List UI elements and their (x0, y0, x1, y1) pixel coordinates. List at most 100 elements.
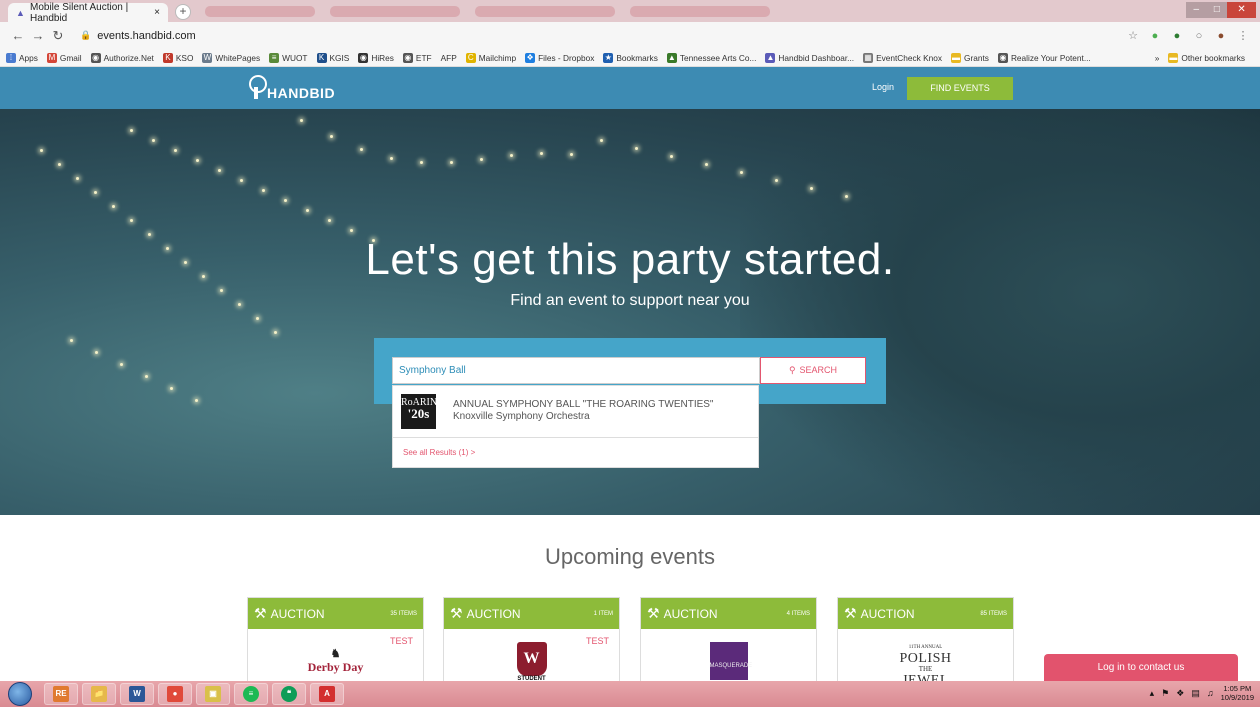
bookmark-item[interactable]: ◉ HiRes (358, 52, 394, 63)
light-bulb (256, 317, 259, 320)
gavel-icon: ⚒ (844, 605, 857, 621)
light-bulb (328, 219, 331, 222)
profile-avatar-icon[interactable]: ● (1212, 30, 1230, 42)
light-bulb (330, 134, 333, 138)
spotify-icon: ≡ (243, 686, 259, 702)
dropbox-tray-icon[interactable]: ❖ (1176, 688, 1184, 699)
bookmark-item[interactable]: ◉ ETF (402, 52, 432, 63)
light-bulb (94, 191, 97, 194)
login-to-contact-button[interactable]: Log in to contact us (1044, 654, 1238, 681)
extension-icon[interactable]: ● (1146, 30, 1164, 42)
taskbar-app-chrome[interactable]: ● (158, 683, 192, 705)
light-bulb (510, 153, 513, 157)
event-card[interactable]: ⚒ AUCTION 4 ITEMS MASQUERADE (640, 597, 817, 687)
browser-tab[interactable] (630, 6, 770, 17)
lock-icon: 🔒 (80, 30, 92, 40)
tn-arts-icon: ▲ (666, 52, 677, 63)
taskbar-app-acrobat[interactable]: A (310, 683, 344, 705)
bookmark-item[interactable]: ▲ Handbid Dashboar... (765, 52, 854, 63)
light-bulb (450, 160, 453, 164)
menu-kebab-icon[interactable]: ⋮ (1234, 29, 1252, 42)
handbid-favicon-icon: ▲ (16, 7, 25, 18)
light-bulb (196, 159, 199, 162)
hires-icon: ◉ (358, 52, 369, 63)
extension-icon[interactable]: ○ (1190, 30, 1208, 42)
bookmark-item[interactable]: ≡ WUOT (269, 52, 308, 63)
taskbar-app-hangouts[interactable]: ❝ (272, 683, 306, 705)
browser-tab[interactable] (205, 6, 315, 17)
search-results-dropdown: RoARING '20s ANNUAL SYMPHONY BALL "THE R… (392, 385, 759, 468)
light-bulb (58, 163, 61, 166)
forward-arrow-icon[interactable]: → (28, 28, 48, 43)
bookmark-item[interactable]: ❖ Files - Dropbox (525, 52, 594, 63)
maximize-icon[interactable]: □ (1206, 2, 1228, 18)
bookmark-item[interactable]: C Mailchimp (465, 52, 516, 63)
close-window-icon[interactable]: ✕ (1227, 2, 1257, 18)
light-bulb (262, 189, 265, 192)
extension-icon[interactable]: ● (1168, 30, 1186, 42)
event-card[interactable]: ⚒ AUCTION 85 ITEMS 11TH ANNUAL POLISH TH… (837, 597, 1014, 688)
bookmark-item[interactable]: AFP (441, 53, 457, 63)
card-header: ⚒ AUCTION 1 ITEM (444, 598, 619, 629)
minimize-icon[interactable]: – (1186, 2, 1207, 18)
bookmark-item[interactable]: ⁞ Apps (6, 52, 38, 63)
light-bulb (540, 151, 543, 155)
system-clock[interactable]: 1:05 PM 10/9/2019 (1221, 684, 1254, 702)
taskbar-app-re[interactable]: RE (44, 683, 78, 705)
event-card[interactable]: ⚒ AUCTION 35 ITEMS TEST ♞ Derby Day (247, 597, 424, 687)
login-link[interactable]: Login (872, 82, 894, 92)
search-button[interactable]: ⚲ SEARCH (760, 357, 866, 384)
bookmark-item[interactable]: M Gmail (46, 52, 82, 63)
browser-tab-active[interactable]: ▲ Mobile Silent Auction | Handbid × (8, 2, 168, 24)
bookmark-item[interactable]: ★ Bookmarks (603, 52, 658, 63)
see-all-results-link[interactable]: See all Results (1) > (403, 448, 475, 457)
event-thumbnail: RoARING '20s (401, 394, 444, 429)
hero-title: Let's get this party started. (365, 235, 895, 284)
search-result-item[interactable]: RoARING '20s ANNUAL SYMPHONY BALL "THE R… (393, 386, 758, 438)
bookmark-item[interactable]: W WhitePages (202, 52, 260, 63)
taskbar-app-spotify[interactable]: ≡ (234, 683, 268, 705)
network-icon[interactable]: ▤ (1191, 688, 1200, 699)
light-bulb (174, 149, 177, 152)
light-bulb (112, 205, 115, 208)
event-logo: MASQUERADE (641, 642, 816, 680)
other-bookmarks-folder[interactable]: ▬ Other bookmarks (1168, 52, 1245, 63)
start-button-icon[interactable] (8, 682, 32, 706)
bookmark-item[interactable]: ▲ Tennessee Arts Co... (666, 52, 756, 63)
light-bulb (306, 209, 309, 212)
light-bulb (40, 149, 43, 152)
word-icon: W (129, 686, 145, 702)
site-header: HANDBID Login FIND EVENTS (0, 67, 1260, 109)
event-logo: W STUDENT (444, 642, 619, 682)
bookmark-item[interactable]: ◉ Realize Your Potent... (997, 52, 1091, 63)
light-bulb (195, 399, 198, 402)
handbid-logo[interactable]: HANDBID (247, 75, 335, 101)
bookmark-item[interactable]: ▬ Grants (951, 52, 989, 63)
browser-tab-strip: ▲ Mobile Silent Auction | Handbid × + – … (0, 0, 1260, 24)
event-search-input[interactable] (392, 357, 760, 384)
new-tab-button[interactable]: + (175, 4, 191, 20)
bookmark-item[interactable]: ◉ Authorize.Net (90, 52, 154, 63)
browser-tab[interactable] (330, 6, 460, 17)
show-hidden-icons-icon[interactable]: ▴ (1150, 688, 1155, 699)
taskbar-app-explorer[interactable]: 📁 (82, 683, 116, 705)
event-card[interactable]: ⚒ AUCTION 1 ITEM TEST W STUDENT (443, 597, 620, 687)
reload-icon[interactable]: ↻ (48, 28, 68, 44)
address-bar[interactable]: 🔒 events.handbid.com (74, 26, 1120, 46)
find-events-button[interactable]: FIND EVENTS (907, 77, 1013, 100)
bookmark-item[interactable]: ▦ EventCheck Knox (863, 52, 942, 63)
volume-icon[interactable]: ♫ (1207, 688, 1214, 698)
bookmarks-overflow-button[interactable]: » (1155, 53, 1160, 63)
tab-close-icon[interactable]: × (154, 7, 160, 18)
hero-subtitle: Find an event to support near you (510, 292, 750, 309)
bookmark-item[interactable]: K KGIS (316, 52, 349, 63)
globe-icon: ◉ (90, 52, 101, 63)
bookmark-item[interactable]: K KSO (162, 52, 193, 63)
browser-tab[interactable] (475, 6, 615, 17)
taskbar-app-word[interactable]: W (120, 683, 154, 705)
back-arrow-icon[interactable]: ← (8, 28, 28, 43)
hero-background (740, 109, 1260, 515)
bookmark-star-icon[interactable]: ☆ (1124, 29, 1142, 42)
taskbar-app-folder[interactable]: ▣ (196, 683, 230, 705)
flag-icon[interactable]: ⚑ (1161, 688, 1169, 699)
